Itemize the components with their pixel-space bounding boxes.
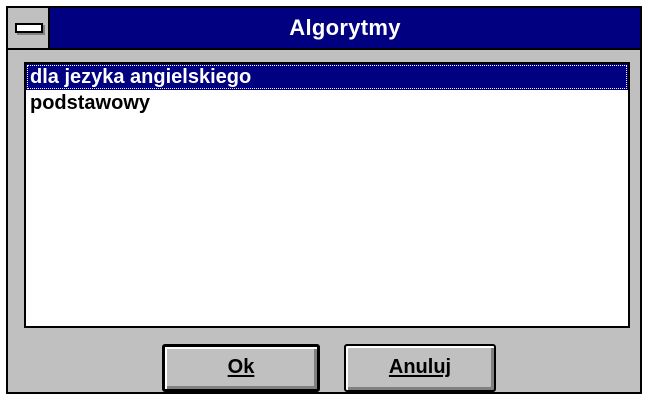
cancel-button[interactable]: Anuluj	[344, 344, 496, 392]
list-item-basic[interactable]: podstawowy	[26, 90, 628, 116]
system-menu-button[interactable]	[8, 8, 50, 48]
window-title: Algorytmy	[289, 15, 401, 40]
cancel-button-label: Anuluj	[388, 356, 452, 378]
system-menu-icon	[15, 23, 43, 33]
ok-button[interactable]: Ok	[162, 344, 320, 392]
list-item-english[interactable]: dla jezyka angielskiego	[26, 64, 628, 90]
title-bar[interactable]: Algorytmy	[8, 8, 640, 50]
algorytmy-dialog: Algorytmy dla jezyka angielskiego podsta…	[6, 6, 642, 394]
ok-button-label: Ok	[227, 356, 255, 378]
algorithms-listbox[interactable]: dla jezyka angielskiego podstawowy	[24, 62, 630, 328]
